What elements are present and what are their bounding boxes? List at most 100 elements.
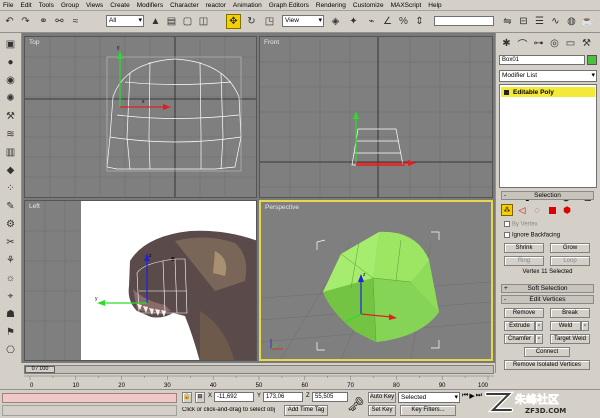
curve-editor-icon[interactable]: ∿ bbox=[548, 14, 563, 29]
tool-icon-1[interactable]: ✂ bbox=[3, 235, 18, 249]
edit-vertices-rollout-header[interactable]: - Edit Vertices bbox=[501, 295, 594, 304]
sphere-icon[interactable]: ● bbox=[3, 55, 18, 69]
menu-item-edit[interactable]: Edit bbox=[20, 2, 31, 9]
create-tab-icon[interactable]: ✱ bbox=[499, 36, 514, 51]
menu-item-help[interactable]: Help bbox=[428, 2, 441, 9]
auto-key-button[interactable]: Auto Key bbox=[368, 392, 396, 403]
time-slider-track[interactable]: 0 / 100 bbox=[24, 365, 494, 374]
remove-button[interactable]: Remove bbox=[504, 308, 544, 318]
tool-icon-7[interactable]: ⎔ bbox=[3, 343, 18, 357]
menu-item-customize[interactable]: Customize bbox=[353, 2, 384, 9]
shape-icon[interactable]: ◆ bbox=[3, 163, 18, 177]
render-icon[interactable]: ☕ bbox=[580, 14, 595, 29]
select-manipulate-icon[interactable]: ✦ bbox=[346, 14, 361, 29]
viewport-perspective-label[interactable]: Perspective bbox=[265, 204, 299, 211]
remove-isolated-vertices-button[interactable]: Remove Isolated Vertices bbox=[504, 360, 590, 370]
undo-icon[interactable]: ↶ bbox=[2, 14, 17, 29]
menu-item-reactor[interactable]: reactor bbox=[206, 2, 226, 9]
paint-icon[interactable]: ✎ bbox=[3, 199, 18, 213]
tool-icon-3[interactable]: ☼ bbox=[3, 271, 18, 285]
time-slider-thumb[interactable]: 0 / 100 bbox=[25, 366, 55, 373]
selection-rollout-header[interactable]: - Selection bbox=[501, 191, 594, 200]
edge-level-icon[interactable]: ◁ bbox=[516, 204, 528, 216]
viewport-left-label[interactable]: Left bbox=[29, 203, 40, 210]
viewport-left[interactable]: Left z y bbox=[24, 200, 257, 361]
selection-filter-dropdown[interactable]: All bbox=[106, 15, 144, 27]
display-tab-icon[interactable]: ▭ bbox=[563, 36, 578, 51]
key-icon[interactable]: 🗝 bbox=[345, 395, 367, 413]
tool-icon-6[interactable]: ⚑ bbox=[3, 325, 18, 339]
menu-item-maxscript[interactable]: MAXScript bbox=[391, 2, 422, 9]
menu-item-animation[interactable]: Animation bbox=[233, 2, 262, 9]
menu-item-group[interactable]: Group bbox=[61, 2, 79, 9]
target-weld-button[interactable]: Target Weld bbox=[550, 334, 590, 344]
modifier-stack-item[interactable]: Editable Poly bbox=[501, 87, 595, 97]
material-editor-icon[interactable]: ◍ bbox=[564, 14, 579, 29]
utilities-tab-icon[interactable]: ⚒ bbox=[579, 36, 594, 51]
modifier-list-dropdown[interactable]: Modifier List bbox=[499, 70, 597, 82]
maxscript-mini-listener[interactable] bbox=[2, 405, 177, 416]
menu-item-create[interactable]: Create bbox=[110, 2, 130, 9]
reference-coordinate-dropdown[interactable]: View bbox=[282, 15, 324, 27]
x-coordinate-field[interactable]: -11,692 bbox=[214, 392, 254, 402]
soft-selection-rollout-header[interactable]: + Soft Selection bbox=[501, 284, 594, 293]
play-icon[interactable]: ▶ bbox=[469, 392, 474, 402]
menu-item-character[interactable]: Character bbox=[170, 2, 199, 9]
object-name-field[interactable]: Box01 bbox=[499, 55, 585, 65]
redo-icon[interactable]: ↷ bbox=[18, 14, 33, 29]
chamfer-settings-button[interactable]: ▫ bbox=[535, 334, 543, 344]
rotate-icon[interactable]: ↻ bbox=[244, 14, 259, 29]
viewport-top-label[interactable]: Top bbox=[29, 39, 39, 46]
key-mode-dropdown[interactable]: Selected bbox=[398, 392, 460, 403]
light-icon[interactable]: ✺ bbox=[3, 91, 18, 105]
key-filters-button[interactable]: Key Filters... bbox=[400, 405, 456, 416]
viewport-perspective[interactable]: Perspective z bbox=[259, 200, 493, 361]
goto-start-icon[interactable]: ⏮ bbox=[462, 392, 468, 402]
menu-item-file[interactable]: File bbox=[3, 2, 13, 9]
select-by-name-icon[interactable]: ▤ bbox=[164, 14, 179, 29]
settings-icon[interactable]: ⚙ bbox=[3, 217, 18, 231]
maxscript-listener-field[interactable] bbox=[2, 393, 177, 403]
bind-space-warp-icon[interactable]: ≈ bbox=[68, 14, 83, 29]
expand-icon[interactable] bbox=[504, 89, 509, 95]
weld-button[interactable]: Weld bbox=[550, 321, 581, 331]
y-coordinate-field[interactable]: 173,06 bbox=[263, 392, 303, 402]
space-warp-icon[interactable]: ≋ bbox=[3, 127, 18, 141]
viewport-top[interactable]: Top x y bbox=[24, 36, 257, 198]
weld-settings-button[interactable]: ▫ bbox=[581, 321, 589, 331]
window-crossing-icon[interactable]: ◫ bbox=[196, 14, 211, 29]
spinner-snap-icon[interactable]: ⇕ bbox=[412, 14, 427, 29]
create-box-icon[interactable]: ▣ bbox=[3, 37, 18, 51]
tool-icon-4[interactable]: ⌖ bbox=[3, 289, 18, 303]
chamfer-button[interactable]: Chamfer bbox=[504, 334, 535, 344]
by-vertex-checkbox[interactable]: By Vertex bbox=[504, 221, 538, 228]
motion-tab-icon[interactable]: ◎ bbox=[547, 36, 562, 51]
menu-item-modifiers[interactable]: Modifiers bbox=[137, 2, 163, 9]
move-icon[interactable]: ✥ bbox=[226, 14, 241, 29]
pivot-center-icon[interactable]: ◈ bbox=[328, 14, 343, 29]
extrude-button[interactable]: Extrude bbox=[504, 321, 535, 331]
hierarchy-tab-icon[interactable]: ⊶ bbox=[531, 36, 546, 51]
element-level-icon[interactable]: ⬢ bbox=[561, 204, 573, 216]
angle-snap-icon[interactable]: ∠ bbox=[380, 14, 395, 29]
ring-button[interactable]: Ring bbox=[504, 256, 544, 266]
select-object-icon[interactable]: ▲ bbox=[148, 14, 163, 29]
tool-icon-5[interactable]: ☗ bbox=[3, 307, 18, 321]
helper-icon[interactable]: ⚒ bbox=[3, 109, 18, 123]
camera-icon[interactable]: ▥ bbox=[3, 145, 18, 159]
add-time-tag-button[interactable]: Add Time Tag bbox=[284, 405, 328, 416]
particle-icon[interactable]: ⁘ bbox=[3, 181, 18, 195]
viewport-front[interactable]: Front bbox=[259, 36, 493, 198]
percent-snap-icon[interactable]: % bbox=[396, 14, 411, 29]
loop-button[interactable]: Loop bbox=[550, 256, 590, 266]
cylinder-icon[interactable]: ◉ bbox=[3, 73, 18, 87]
absolute-mode-icon[interactable]: ⊞ bbox=[195, 392, 205, 403]
polygon-level-icon[interactable] bbox=[546, 204, 558, 216]
extrude-settings-button[interactable]: ▫ bbox=[535, 321, 543, 331]
z-coordinate-field[interactable]: 55,505 bbox=[312, 392, 348, 402]
viewport-front-label[interactable]: Front bbox=[264, 39, 279, 46]
menu-item-rendering[interactable]: Rendering bbox=[316, 2, 346, 9]
modify-tab-icon[interactable]: ⌒ bbox=[515, 36, 530, 51]
grow-button[interactable]: Grow bbox=[550, 243, 590, 253]
connect-button[interactable]: Connect bbox=[524, 347, 570, 357]
